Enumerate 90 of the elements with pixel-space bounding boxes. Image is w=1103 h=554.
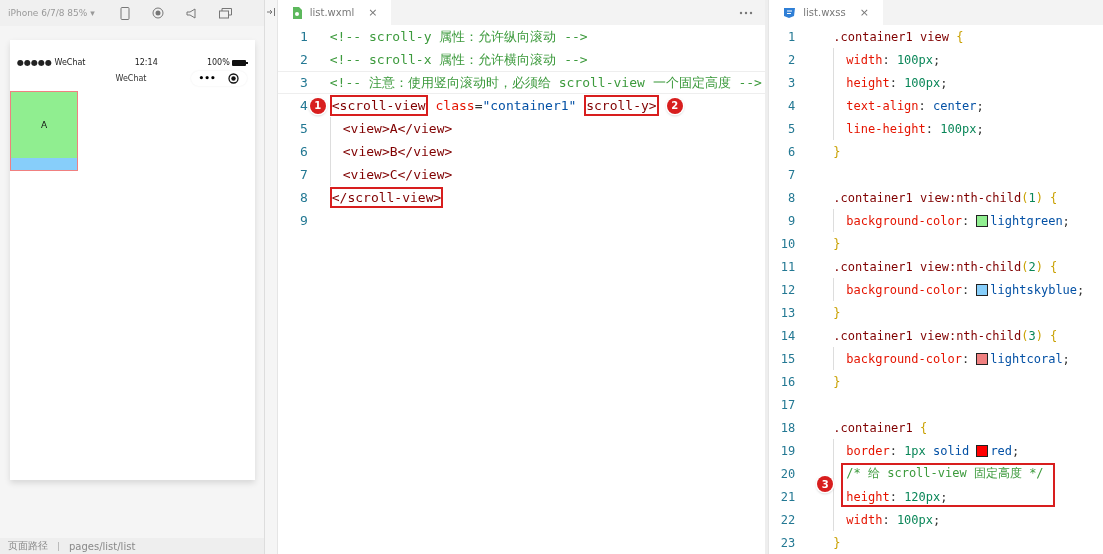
file-icon	[783, 7, 796, 18]
line-number: 10	[779, 236, 797, 251]
code-text: }	[833, 305, 841, 320]
battery-icon	[231, 59, 248, 66]
more-icon[interactable]	[739, 10, 754, 15]
code-text: line-height: 100px;	[846, 121, 984, 136]
line-number: 3	[298, 75, 308, 90]
file-tab[interactable]: list.wxss ×	[769, 0, 883, 25]
line-number: 9	[298, 213, 308, 228]
code-text: border: 1px solid	[846, 443, 971, 458]
file-icon	[291, 6, 302, 19]
code-text: background-color:	[846, 351, 971, 366]
code-text: <!-- 注意：使用竖向滚动时，必须给 scroll-view 一个固定高度 -->	[329, 73, 762, 92]
code-text: class="container1"	[434, 98, 578, 113]
carrier-text: ●●●●● WeChat	[17, 58, 86, 67]
line-number: 11	[779, 259, 797, 274]
code-text: width: 100px;	[846, 52, 941, 67]
code-text: .container1 view:nth-child(1) {	[833, 190, 1058, 205]
line-number: 5	[298, 121, 308, 136]
code-text: width: 100px;	[846, 512, 941, 527]
view-block: A	[11, 92, 77, 158]
step-badge: 3	[817, 476, 834, 492]
line-number: 9	[787, 213, 797, 228]
code-text: lightcoral;	[990, 351, 1070, 366]
code-text: background-color:	[846, 213, 971, 228]
code-text: .container1 view {	[833, 29, 964, 44]
highlighted-code: scroll-y>	[584, 95, 659, 116]
line-number: 4	[787, 98, 797, 113]
file-tab[interactable]: list.wxml ×	[277, 0, 392, 25]
clock-text: 12:14	[134, 58, 158, 67]
code-text: text-align: center;	[846, 98, 984, 113]
code-text: }	[833, 144, 841, 159]
code-text: background-color:	[846, 282, 971, 297]
code-text: height: 100px;	[846, 75, 948, 90]
line-number: 13	[779, 305, 797, 320]
code-text: <view>C</view>	[342, 167, 453, 182]
line-number: 6	[787, 144, 797, 159]
page-path: pages/list/list	[69, 540, 136, 552]
line-number: 17	[779, 397, 797, 412]
line-number: 1	[787, 29, 797, 44]
code-text: }	[833, 236, 841, 251]
step-badge: 1	[309, 97, 326, 114]
line-number: 4	[298, 98, 308, 113]
highlighted-code: <scroll-view	[329, 95, 428, 116]
line-number: 14	[779, 328, 797, 343]
code-text: <view>A</view>	[342, 121, 453, 136]
phone-icon[interactable]	[120, 6, 130, 20]
code-text: red;	[990, 443, 1020, 458]
code-text: }	[833, 535, 841, 550]
code-text: }	[833, 374, 841, 389]
windows-icon[interactable]	[219, 7, 232, 19]
line-number: 8	[298, 190, 308, 205]
line-number: 12	[779, 282, 797, 297]
line-number: 23	[779, 535, 797, 550]
device-selector[interactable]: iPhone 6/7/8 85% ▾	[8, 8, 98, 18]
line-number: 7	[298, 167, 308, 182]
line-number: 19	[779, 443, 797, 458]
code-text: .container1 view:nth-child(3) {	[833, 328, 1058, 343]
code-text: lightgreen;	[990, 213, 1070, 228]
line-number: 1	[298, 29, 308, 44]
line-number: 6	[298, 144, 308, 159]
step-badge: 2	[666, 97, 683, 114]
path-label: 页面路径	[8, 539, 48, 553]
page-title: WeChat	[115, 73, 147, 83]
line-number: 22	[779, 512, 797, 527]
code-text: <!-- scroll-y 属性：允许纵向滚动 -->	[329, 27, 588, 46]
line-number: 18	[779, 420, 797, 435]
battery-text: 100%	[206, 58, 230, 67]
record-icon[interactable]	[152, 7, 164, 19]
code-text: lightskyblue;	[990, 282, 1085, 297]
code-text: <view>B</view>	[342, 144, 453, 159]
line-number: 8	[787, 190, 797, 205]
line-number: 3	[787, 75, 797, 90]
line-number: 2	[787, 52, 797, 67]
code-text: .container1 {	[833, 420, 928, 435]
capsule-button[interactable]: •••	[190, 70, 247, 86]
line-number: 5	[787, 121, 797, 136]
line-number: 7	[787, 167, 797, 182]
code-text: .container1 view:nth-child(2) {	[833, 259, 1058, 274]
line-number: 16	[779, 374, 797, 389]
speaker-icon[interactable]	[186, 7, 197, 19]
line-number: 20	[779, 466, 797, 481]
line-number: 21	[779, 489, 797, 504]
code-text: <!-- scroll-x 属性：允许横向滚动 -->	[329, 50, 588, 69]
line-number: 2	[298, 52, 308, 67]
line-number: 15	[779, 351, 797, 366]
code-text: height: 120px;	[846, 489, 948, 504]
collapse-icon[interactable]	[265, 7, 276, 17]
code-text: /* 给 scroll-view 固定高度 */	[846, 465, 1044, 482]
highlighted-code: </scroll-view>	[329, 187, 444, 208]
